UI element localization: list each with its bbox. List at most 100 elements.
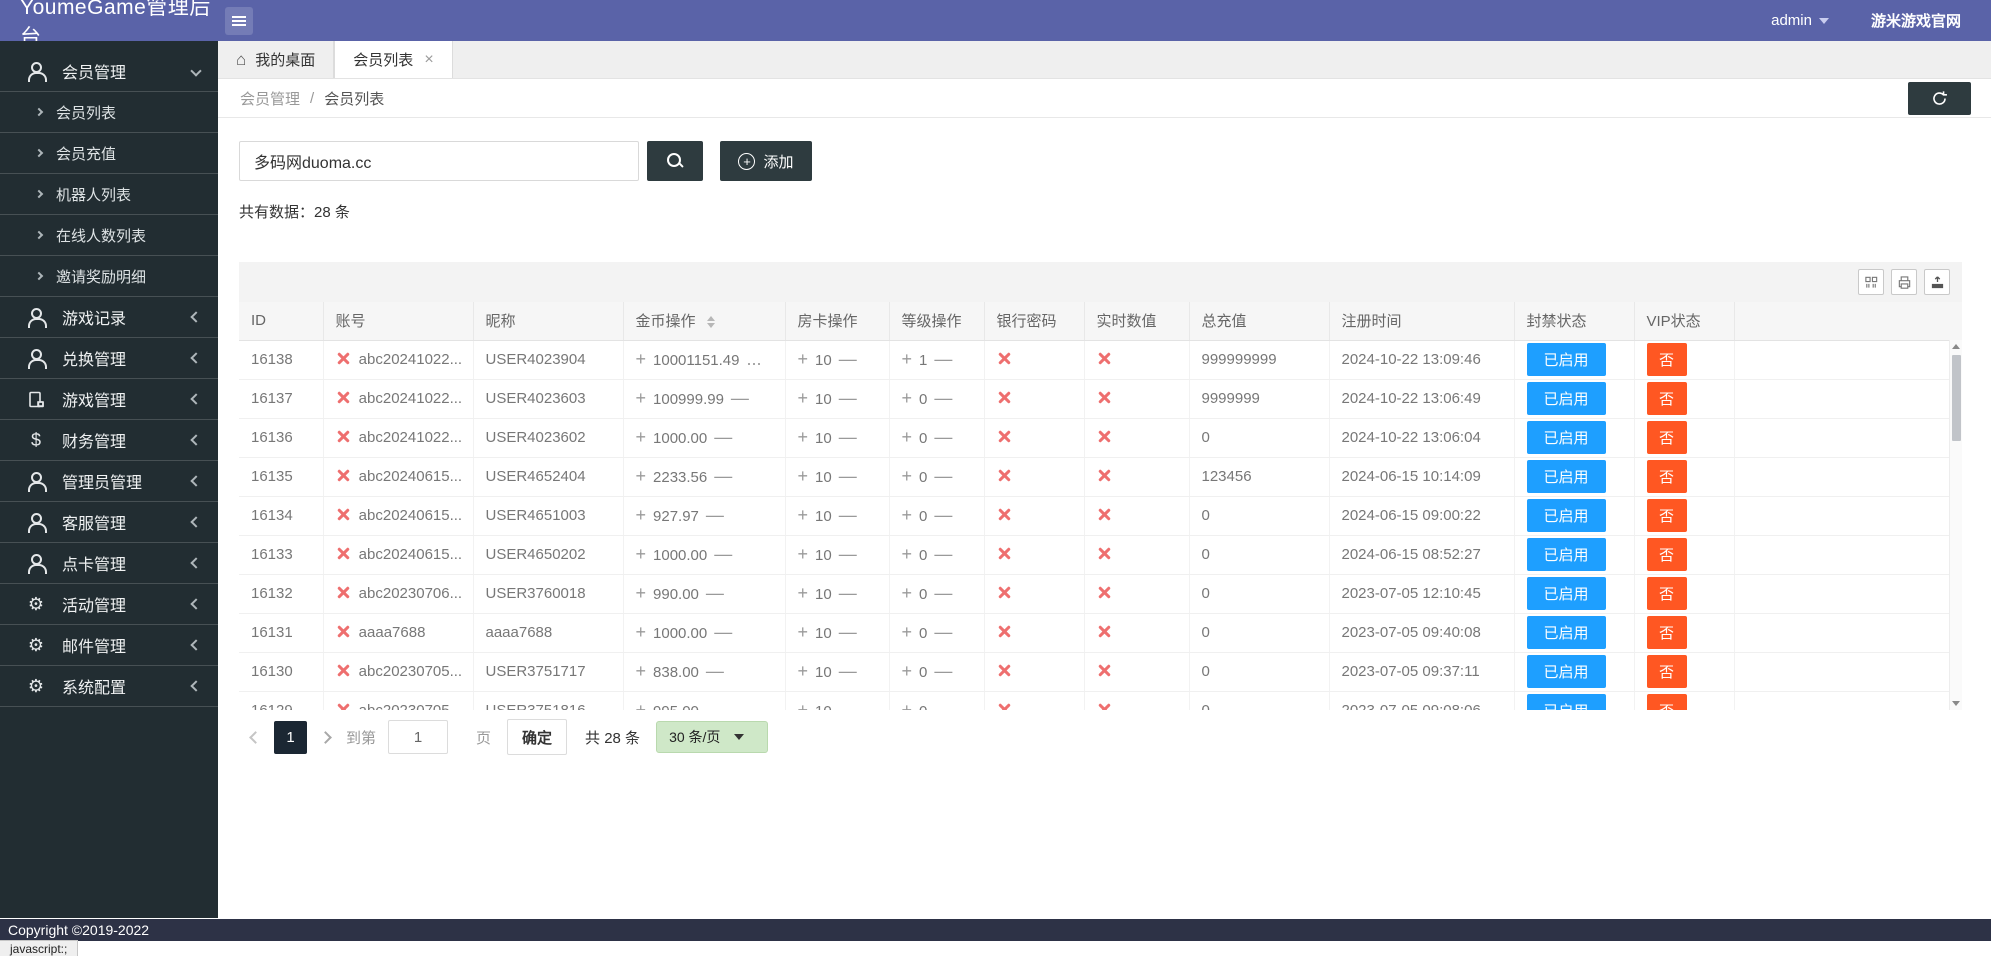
sidebar-group-game-records[interactable]: 游戏记录 [0,297,218,338]
scrollbar-thumb[interactable] [1952,355,1961,441]
plus-icon[interactable]: + [902,505,913,525]
close-icon[interactable]: × [424,51,433,69]
scroll-down-icon[interactable] [1952,701,1960,706]
edit-account-icon[interactable] [336,507,351,522]
edit-realtime-value-icon[interactable] [1097,624,1112,639]
edit-account-icon[interactable] [336,351,351,366]
refresh-button[interactable] [1908,82,1971,115]
edit-realtime-value-icon[interactable] [1097,546,1112,561]
ban-status-button[interactable]: 已启用 [1527,499,1606,532]
edit-account-icon[interactable] [336,546,351,561]
table-scrollbar[interactable] [1949,340,1962,710]
minus-icon[interactable]: — [934,505,952,525]
sidebar-item-invite-reward-detail[interactable]: 邀请奖励明细 [0,256,218,297]
minus-icon[interactable]: — [706,505,724,525]
minus-icon[interactable]: — [934,700,952,710]
vip-status-button[interactable]: 否 [1647,421,1687,454]
sidebar-group-activity-management[interactable]: ⚙ 活动管理 [0,584,218,625]
plus-icon[interactable]: + [902,427,913,447]
sort-icon[interactable] [707,316,715,328]
plus-icon[interactable]: + [902,583,913,603]
minus-icon[interactable]: — [714,466,732,486]
vip-status-button[interactable]: 否 [1647,538,1687,571]
vip-status-button[interactable]: 否 [1647,460,1687,493]
plus-icon[interactable]: + [902,544,913,564]
sidebar-item-member-list[interactable]: 会员列表 [0,92,218,133]
edit-realtime-value-icon[interactable] [1097,663,1112,678]
vip-status-button[interactable]: 否 [1647,694,1687,710]
edit-bank-password-icon[interactable] [997,702,1012,710]
plus-icon[interactable]: + [798,505,809,525]
plus-icon[interactable]: + [902,700,913,710]
minus-icon[interactable]: — [934,466,952,486]
sidebar-item-robot-list[interactable]: 机器人列表 [0,174,218,215]
edit-realtime-value-icon[interactable] [1097,468,1112,483]
plus-icon[interactable]: + [636,505,647,525]
minus-icon[interactable]: — [839,583,857,603]
minus-icon[interactable]: — [839,544,857,564]
edit-bank-password-icon[interactable] [997,429,1012,444]
vip-status-button[interactable]: 否 [1647,616,1687,649]
scroll-up-icon[interactable] [1952,344,1960,349]
page-jump-input[interactable] [388,720,448,754]
plus-icon[interactable]: + [902,661,913,681]
plus-icon[interactable]: + [636,700,647,710]
plus-icon[interactable]: + [636,427,647,447]
minus-icon[interactable]: — [934,388,952,408]
edit-bank-password-icon[interactable] [997,468,1012,483]
plus-icon[interactable]: + [902,349,913,369]
edit-realtime-value-icon[interactable] [1097,702,1112,710]
minus-icon[interactable]: — [706,700,724,710]
plus-icon[interactable]: + [902,388,913,408]
minus-icon[interactable]: — [714,427,732,447]
minus-icon[interactable]: — [934,427,952,447]
vip-status-button[interactable]: 否 [1647,577,1687,610]
sidebar-group-mail-management[interactable]: ⚙ 邮件管理 [0,625,218,666]
minus-icon[interactable]: ... [747,349,762,369]
minus-icon[interactable]: — [934,622,952,642]
sidebar-toggle-button[interactable] [225,7,253,35]
minus-icon[interactable]: — [714,622,732,642]
minus-icon[interactable]: — [839,661,857,681]
page-size-select[interactable]: 30 条/页 [656,721,768,753]
plus-icon[interactable]: + [902,622,913,642]
edit-account-icon[interactable] [336,663,351,678]
edit-realtime-value-icon[interactable] [1097,429,1112,444]
official-site-link[interactable]: 游米游戏官网 [1871,10,1961,31]
plus-icon[interactable]: + [798,700,809,710]
plus-icon[interactable]: + [798,466,809,486]
sidebar-item-online-count-list[interactable]: 在线人数列表 [0,215,218,256]
search-input[interactable] [239,141,639,181]
plus-icon[interactable]: + [636,661,647,681]
current-page[interactable]: 1 [274,721,307,754]
edit-realtime-value-icon[interactable] [1097,585,1112,600]
edit-bank-password-icon[interactable] [997,351,1012,366]
minus-icon[interactable]: — [839,388,857,408]
ban-status-button[interactable]: 已启用 [1527,421,1606,454]
edit-realtime-value-icon[interactable] [1097,351,1112,366]
sidebar-group-customer-service[interactable]: 客服管理 [0,502,218,543]
edit-account-icon[interactable] [336,585,351,600]
vip-status-button[interactable]: 否 [1647,343,1687,376]
columns-button[interactable] [1858,269,1884,295]
minus-icon[interactable]: — [934,544,952,564]
export-button[interactable] [1924,269,1950,295]
minus-icon[interactable]: — [714,544,732,564]
ban-status-button[interactable]: 已启用 [1527,460,1606,493]
ban-status-button[interactable]: 已启用 [1527,343,1606,376]
col-coin-ops[interactable]: 金币操作 [623,302,785,340]
search-button[interactable] [647,141,703,181]
tab-member-list[interactable]: 会员列表 × [334,41,452,78]
plus-icon[interactable]: + [902,466,913,486]
edit-account-icon[interactable] [336,468,351,483]
minus-icon[interactable]: — [706,583,724,603]
edit-bank-password-icon[interactable] [997,546,1012,561]
plus-icon[interactable]: + [636,466,647,486]
ban-status-button[interactable]: 已启用 [1527,616,1606,649]
ban-status-button[interactable]: 已启用 [1527,538,1606,571]
confirm-button[interactable]: 确定 [507,719,567,755]
edit-bank-password-icon[interactable] [997,663,1012,678]
plus-icon[interactable]: + [636,622,647,642]
plus-icon[interactable]: + [798,349,809,369]
plus-icon[interactable]: + [798,427,809,447]
